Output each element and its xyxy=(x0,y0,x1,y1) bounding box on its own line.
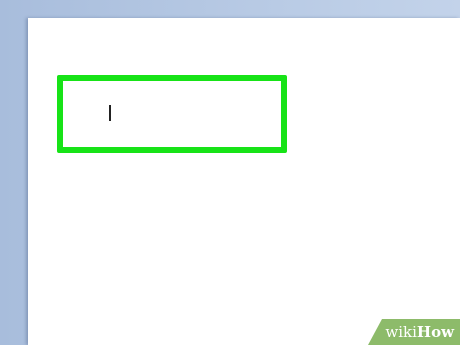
wikihow-watermark: wiki How xyxy=(368,319,460,345)
document-page[interactable] xyxy=(28,18,460,345)
watermark-wiki: wiki xyxy=(385,323,417,341)
text-field-highlight[interactable] xyxy=(57,75,287,153)
watermark-how: How xyxy=(416,323,454,341)
text-cursor-icon xyxy=(109,105,111,121)
